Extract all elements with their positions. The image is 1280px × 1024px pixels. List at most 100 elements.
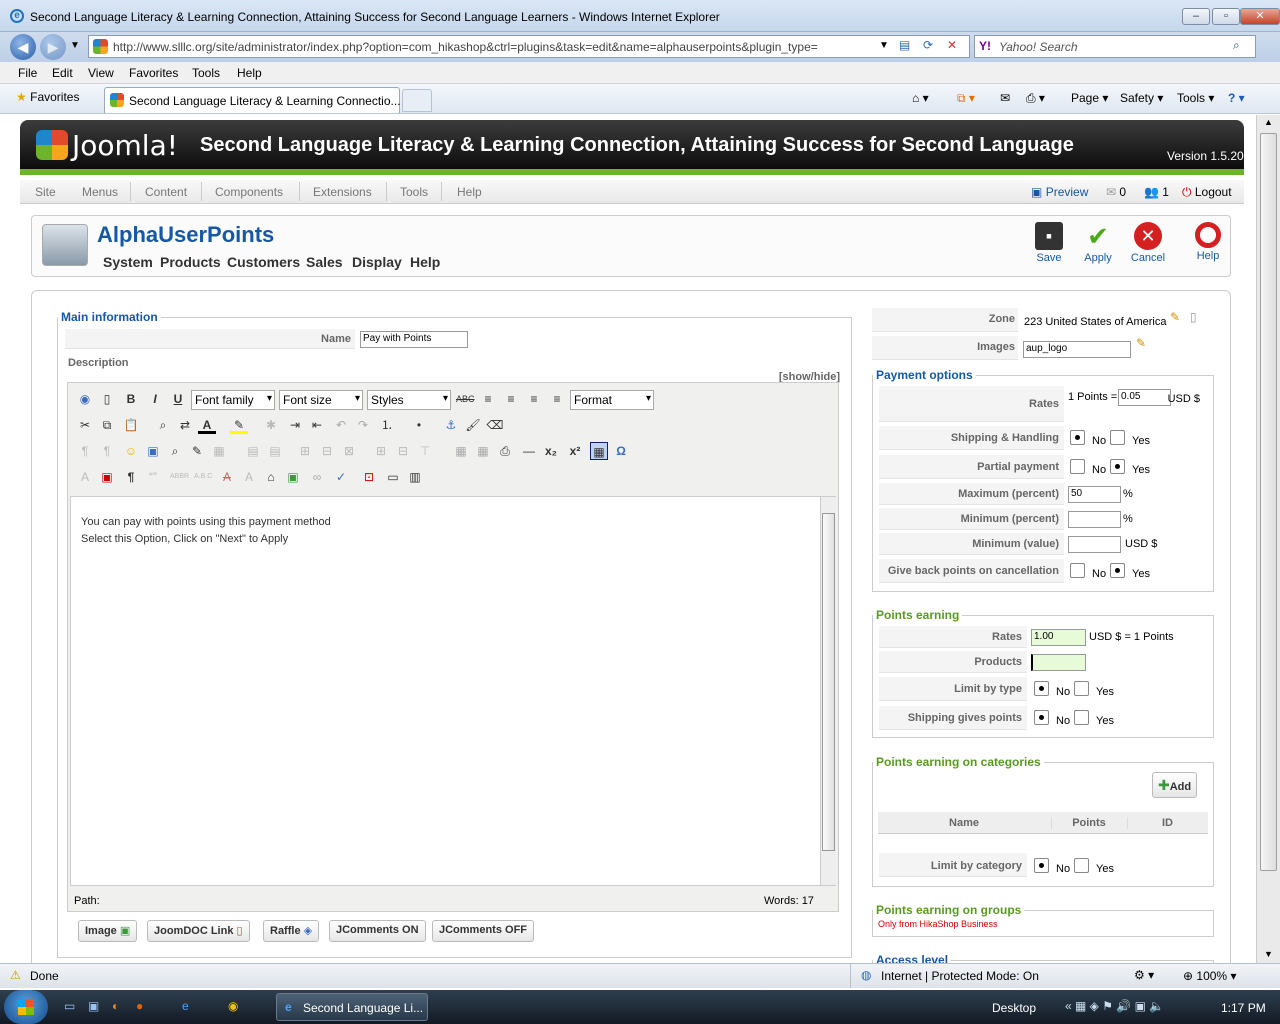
quicklaunch-media-icon[interactable]: ◐ xyxy=(112,999,119,1013)
desktop-toolbar[interactable]: Desktop xyxy=(992,1001,1036,1015)
submenu-display[interactable]: Display xyxy=(352,254,402,270)
submenu-customers[interactable]: Customers xyxy=(227,254,300,270)
page-scroll-thumb[interactable] xyxy=(1260,133,1277,871)
raffle-button[interactable]: Raffle ◈ xyxy=(263,920,320,942)
spellcheck-icon[interactable]: ✓ xyxy=(332,468,350,486)
menu-menus[interactable]: Menus xyxy=(82,185,118,199)
compat-view-icon[interactable]: ▤ xyxy=(899,38,910,52)
help-icon[interactable]: ◉ xyxy=(76,390,94,408)
menu-tools[interactable]: Tools xyxy=(400,185,428,199)
highlight-icon[interactable]: ✎ xyxy=(230,416,248,434)
close-button[interactable]: ✕ xyxy=(1240,8,1280,25)
menu-extensions[interactable]: Extensions xyxy=(313,185,372,199)
shipping-no-radio[interactable] xyxy=(1070,430,1085,445)
refresh-icon[interactable]: ⟳ xyxy=(923,38,933,52)
table-cell-icon[interactable]: ▦ xyxy=(474,442,492,460)
quicklaunch-ie-icon[interactable]: e xyxy=(182,999,189,1013)
undo-icon[interactable]: ↶ xyxy=(332,416,350,434)
emoticon-icon[interactable]: ☺ xyxy=(122,442,140,460)
address-dropdown-icon[interactable]: ▼ xyxy=(879,40,889,51)
clean-icon[interactable]: ✱ xyxy=(262,416,280,434)
limit-type-yes-radio[interactable] xyxy=(1074,681,1089,696)
menu-tools[interactable]: Tools xyxy=(192,66,220,80)
security-zone[interactable]: ◍ Internet | Protected Mode: On xyxy=(850,964,1120,988)
styles-select[interactable]: Styles xyxy=(367,390,451,410)
mail-icon[interactable]: ✉ xyxy=(1000,91,1010,105)
brush-icon[interactable]: 🖌 xyxy=(464,416,482,434)
align-center-icon[interactable]: ≡ xyxy=(502,390,520,408)
superscript-icon[interactable]: x² xyxy=(566,442,584,460)
tab-active[interactable]: Second Language Literacy & Learning Conn… xyxy=(104,87,401,113)
menu-file[interactable]: File xyxy=(18,66,37,80)
align-right-icon[interactable]: ≡ xyxy=(525,390,543,408)
menu-content[interactable]: Content xyxy=(145,185,187,199)
quicklaunch-chrome-icon[interactable]: ◉ xyxy=(228,999,238,1013)
jcomments-off-button[interactable]: JComments OFF xyxy=(432,920,535,942)
help-button[interactable]: Help xyxy=(1186,222,1230,262)
outdent-icon[interactable]: ⇤ xyxy=(308,416,326,434)
scroll-down-icon[interactable]: ▼ xyxy=(1264,949,1273,959)
image-button[interactable]: Image ▣ xyxy=(78,920,138,942)
acronym-icon[interactable]: ABBR xyxy=(170,468,189,486)
align-justify-icon[interactable]: ≡ xyxy=(548,390,566,408)
insert-col-icon[interactable]: ⊞ xyxy=(372,442,390,460)
edit-images-icon[interactable]: ✎ xyxy=(1136,336,1146,350)
messages-count[interactable]: ✉ 0 xyxy=(1106,185,1126,199)
strikethrough-icon[interactable]: ABC xyxy=(456,390,475,408)
insert-date-icon[interactable]: ▦ xyxy=(210,442,228,460)
link-icon[interactable]: ∞ xyxy=(308,468,326,486)
zoom-control[interactable]: ⊕ 100% ▾ xyxy=(1183,969,1236,983)
safety-menu[interactable]: Safety ▾ xyxy=(1120,91,1163,105)
delete-col-icon[interactable]: ⊟ xyxy=(394,442,412,460)
submenu-system[interactable]: System xyxy=(103,254,153,270)
cancel-button[interactable]: ✕ Cancel xyxy=(1126,222,1170,264)
numbered-list-icon[interactable]: ⒈ xyxy=(378,416,396,434)
style-props-icon[interactable]: A xyxy=(76,468,94,486)
scroll-up-icon[interactable]: ▲ xyxy=(1264,117,1273,127)
history-dropdown-icon[interactable]: ▼ xyxy=(70,40,80,51)
del-icon[interactable]: A xyxy=(218,468,236,486)
table-icon[interactable]: ▤ xyxy=(244,442,262,460)
submenu-help[interactable]: Help xyxy=(410,254,440,270)
submenu-sales[interactable]: Sales xyxy=(306,254,343,270)
new-document-icon[interactable]: ▯ xyxy=(98,390,116,408)
abbr-icon[interactable]: ▣ xyxy=(98,468,116,486)
format-select[interactable]: Format xyxy=(570,390,654,410)
eraser-icon[interactable]: ⌫ xyxy=(486,416,504,434)
start-button[interactable] xyxy=(4,990,48,1024)
attribs-icon[interactable]: ⌂ xyxy=(262,468,280,486)
merge-cells-icon[interactable]: ⊠ xyxy=(340,442,358,460)
print-icon[interactable]: ⎙ xyxy=(496,442,514,460)
quicklaunch-switch-windows-icon[interactable]: ▣ xyxy=(88,999,99,1013)
rtl-icon[interactable]: ¶ xyxy=(98,442,116,460)
editor-scrollbar[interactable] xyxy=(820,497,836,885)
help-icon[interactable]: ? ▾ xyxy=(1228,91,1245,105)
images-input[interactable]: aup_logo xyxy=(1023,341,1131,358)
submenu-products[interactable]: Products xyxy=(160,254,221,270)
quicklaunch-show-desktop-icon[interactable]: ▭ xyxy=(64,999,75,1013)
menu-help[interactable]: Help xyxy=(237,66,262,80)
menu-site[interactable]: Site xyxy=(35,185,56,199)
quicklaunch-firefox-icon[interactable]: ● xyxy=(136,999,143,1013)
italic-icon[interactable]: I xyxy=(146,390,164,408)
shipping-points-no-radio[interactable] xyxy=(1034,710,1049,725)
logout-link[interactable]: ⏻ Logout xyxy=(1182,185,1232,200)
menu-edit[interactable]: Edit xyxy=(52,66,73,80)
edit-image-icon[interactable]: ✎ xyxy=(188,442,206,460)
table-grid-icon[interactable]: ▦ xyxy=(452,442,470,460)
name-input[interactable]: Pay with Points xyxy=(360,331,468,348)
forward-button[interactable]: ▶ xyxy=(40,34,66,60)
search-box[interactable]: Y! Yahoo! Search ⌕ xyxy=(974,35,1256,58)
home-icon[interactable]: ⌂ ▾ xyxy=(912,91,929,105)
protected-mode-icon[interactable]: ⚙ ▾ xyxy=(1134,968,1154,982)
horizontal-rule-icon[interactable]: — xyxy=(520,442,538,460)
menu-components[interactable]: Components xyxy=(215,185,283,199)
partial-yes-radio[interactable] xyxy=(1110,459,1125,474)
apply-button[interactable]: ✔ Apply xyxy=(1076,222,1120,264)
fullscreen-icon[interactable]: ▭ xyxy=(384,468,402,486)
giveback-no-radio[interactable] xyxy=(1070,563,1085,578)
copy-icon[interactable]: ⧉ xyxy=(98,416,116,434)
replace-icon[interactable]: ⇄ xyxy=(176,416,194,434)
shipping-yes-radio[interactable] xyxy=(1110,430,1125,445)
ins-icon[interactable]: A xyxy=(240,468,258,486)
